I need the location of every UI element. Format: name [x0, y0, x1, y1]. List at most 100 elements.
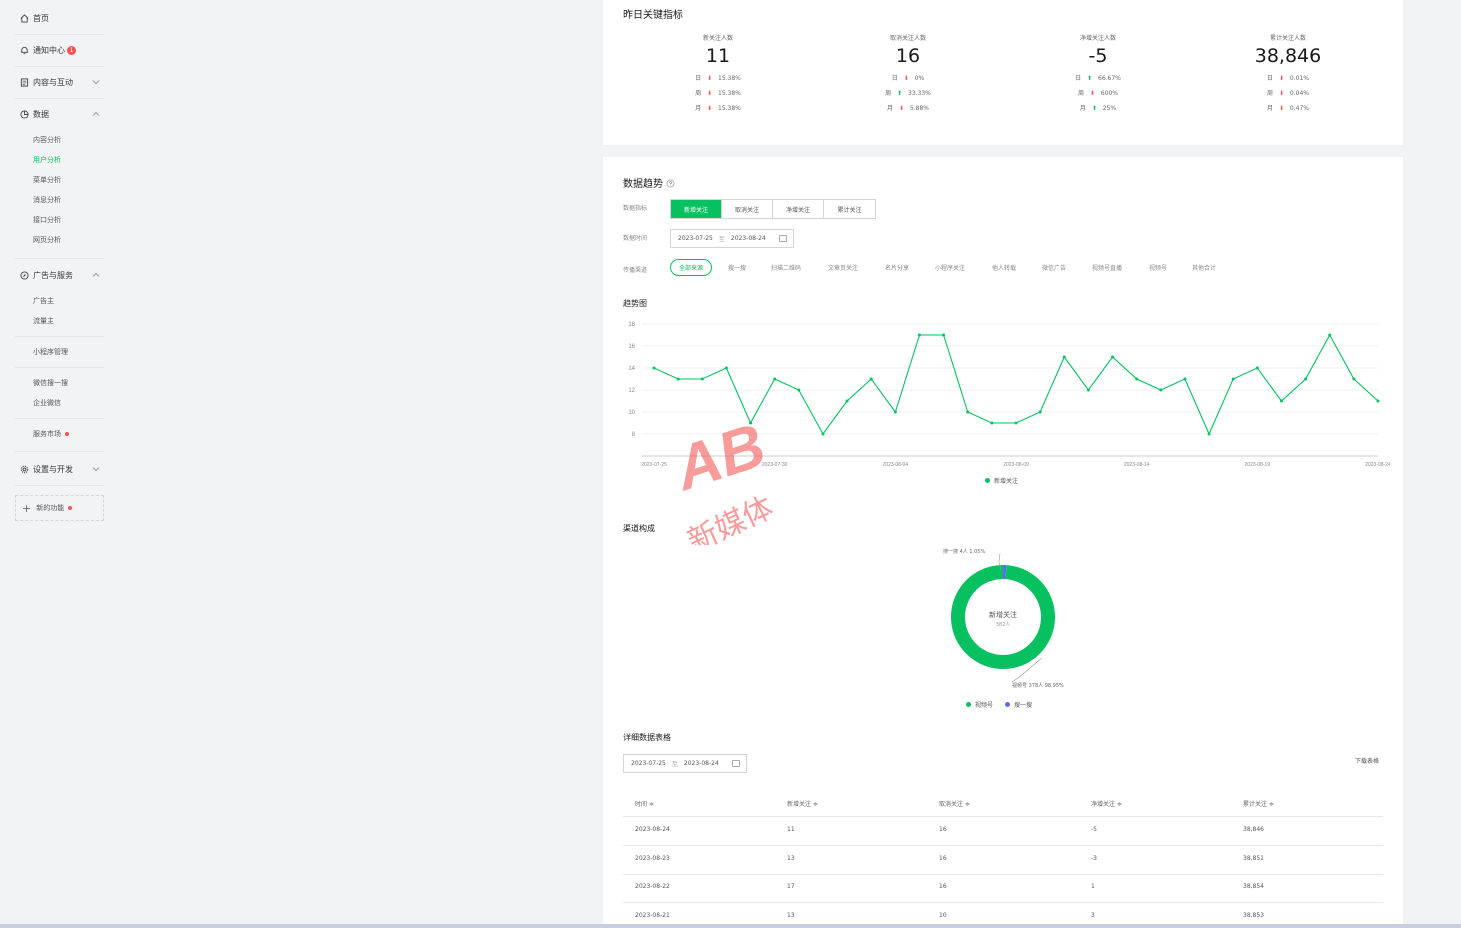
data-point[interactable] — [1207, 432, 1211, 436]
compare-percent: 5.88% — [909, 105, 929, 112]
chevron-down-icon[interactable] — [91, 77, 101, 87]
data-point[interactable] — [1062, 355, 1066, 359]
channel-filter-item[interactable]: 他人转载 — [992, 263, 1016, 272]
table-divider — [623, 816, 1383, 817]
nav-notice[interactable]: 通知中心 1 — [19, 42, 101, 58]
metric-block: 累计关注人数 38,846 日 ⬇ 0.01% 周 ⬇ 0.04% 月 ⬇ 0.4… — [1208, 33, 1368, 112]
compare-percent: 0% — [914, 75, 925, 82]
nav-data[interactable]: 数据 — [19, 106, 101, 122]
data-point[interactable] — [966, 410, 970, 414]
pie-chart-icon — [19, 109, 29, 119]
data-point[interactable] — [821, 432, 825, 436]
channel-filter-item[interactable]: 视频号直播 — [1092, 263, 1122, 272]
x-tick-label: 2023-07-25 — [641, 462, 667, 468]
data-point[interactable] — [1086, 388, 1090, 392]
tab-new-follow[interactable]: 新增关注 — [671, 200, 722, 218]
data-point[interactable] — [700, 377, 704, 381]
data-point[interactable] — [893, 410, 897, 414]
sidebar-item-user-analysis[interactable]: 用户分析 — [33, 155, 61, 165]
data-point[interactable] — [869, 377, 873, 381]
donut-center-value: 382人 — [995, 622, 1011, 628]
table-cell: 38,854 — [1243, 883, 1264, 890]
metric-value: -5 — [1088, 45, 1108, 67]
nav-content[interactable]: 内容与互动 — [19, 74, 101, 90]
sidebar-item-wecom[interactable]: 企业微信 — [33, 398, 61, 408]
channel-filter-item[interactable]: 全部来源 — [670, 259, 713, 276]
data-point[interactable] — [1038, 410, 1042, 414]
compare-period: 日 — [695, 75, 702, 82]
data-point[interactable] — [942, 333, 946, 337]
data-point[interactable] — [1183, 377, 1187, 381]
sidebar-item-api-analysis[interactable]: 接口分析 — [33, 215, 61, 225]
sidebar-item-wechat-search[interactable]: 微信搜一搜 — [33, 378, 68, 388]
composition-title: 渠道构成 — [623, 524, 655, 533]
table-cell: 16 — [939, 854, 947, 862]
data-point[interactable] — [724, 366, 728, 370]
table-header-cell[interactable]: 取消关注 ≑ — [939, 799, 970, 808]
metric-label: 取消关注人数 — [889, 35, 926, 42]
compare-period: 月 — [695, 105, 702, 112]
chevron-down-icon[interactable] — [91, 464, 101, 474]
data-point[interactable] — [1352, 377, 1356, 381]
new-function-button[interactable]: + 新的功能 — [15, 495, 104, 521]
data-point[interactable] — [1279, 399, 1283, 403]
data-point[interactable] — [749, 421, 753, 425]
channel-filter-item[interactable]: 搜一搜 — [728, 263, 746, 272]
sidebar-item-menu-analysis[interactable]: 菜单分析 — [33, 175, 61, 185]
data-point[interactable] — [1304, 377, 1308, 381]
arrow-up-icon: ⬆ — [1091, 105, 1097, 112]
table-date-range-picker[interactable]: 2023-07-25 至 2023-08-24 — [623, 754, 747, 773]
sidebar-item-miniprogram[interactable]: 小程序管理 — [33, 347, 68, 357]
channel-filter-item[interactable]: 扫描二维码 — [771, 263, 801, 272]
sidebar-item-content-analysis[interactable]: 内容分析 — [33, 135, 61, 145]
data-point[interactable] — [990, 421, 994, 425]
tab-unfollow[interactable]: 取消关注 — [722, 200, 773, 218]
tab-total-follow[interactable]: 累计关注 — [824, 200, 875, 218]
data-point[interactable] — [1328, 333, 1332, 337]
chevron-up-icon[interactable] — [91, 109, 101, 119]
data-point[interactable] — [1159, 388, 1163, 392]
chevron-up-icon[interactable] — [91, 270, 101, 280]
legend-search[interactable]: 搜一搜 — [1014, 700, 1032, 709]
data-point[interactable] — [773, 377, 777, 381]
donut-center-label: 新增关注 — [989, 611, 1017, 619]
data-point[interactable] — [1255, 366, 1259, 370]
data-point[interactable] — [845, 399, 849, 403]
data-point[interactable] — [1231, 377, 1235, 381]
sidebar-item-advertiser[interactable]: 广告主 — [33, 296, 54, 306]
tab-net-follow[interactable]: 净增关注 — [773, 200, 824, 218]
sidebar-item-message-analysis[interactable]: 消息分析 — [33, 195, 61, 205]
channel-filter-item[interactable]: 微信广告 — [1042, 263, 1066, 272]
table-header-cell[interactable]: 新增关注 ≑ — [787, 799, 818, 808]
table-header-cell[interactable]: 时间 ≑ — [635, 799, 654, 808]
sidebar-item-web-analysis[interactable]: 网页分析 — [33, 235, 61, 245]
data-point[interactable] — [797, 388, 801, 392]
data-point[interactable] — [676, 377, 680, 381]
download-table-link[interactable]: 下载表格 — [1355, 756, 1379, 765]
compare-percent: 600% — [1100, 90, 1119, 97]
table-header-cell[interactable]: 净增关注 ≑ — [1091, 799, 1122, 808]
data-point[interactable] — [917, 333, 921, 337]
data-point[interactable] — [1014, 421, 1018, 425]
legend-channels[interactable]: 视频号 — [975, 700, 993, 709]
data-point[interactable] — [1135, 377, 1139, 381]
channel-filter-item[interactable]: 视频号 — [1149, 263, 1167, 272]
channel-filter-item[interactable]: 其他合计 — [1192, 263, 1216, 272]
nav-home[interactable]: 首页 — [19, 10, 101, 26]
question-circle-icon[interactable] — [666, 179, 675, 188]
sidebar-item-publisher[interactable]: 流量主 — [33, 316, 54, 326]
channel-filter-item[interactable]: 文章页关注 — [828, 263, 858, 272]
nav-settings[interactable]: 设置与开发 — [19, 461, 101, 477]
table-header-cell[interactable]: 累计关注 ≑ — [1243, 799, 1274, 808]
arrow-down-icon: ⬇ — [707, 75, 713, 82]
data-point[interactable] — [652, 366, 656, 370]
nav-ads[interactable]: 广告与服务 — [19, 267, 101, 283]
data-point[interactable] — [1111, 355, 1115, 359]
data-point[interactable] — [1376, 399, 1380, 403]
trend-date-range-picker[interactable]: 2023-07-25 至 2023-08-24 — [670, 229, 794, 248]
nav-notice-label: 通知中心 — [33, 45, 65, 55]
sidebar-item-market[interactable]: 服务市场 — [33, 429, 69, 439]
channel-filter-item[interactable]: 小程序关注 — [935, 263, 965, 272]
yesterday-title: 昨日关键指标 — [623, 10, 683, 21]
channel-filter-item[interactable]: 名片分享 — [885, 263, 909, 272]
